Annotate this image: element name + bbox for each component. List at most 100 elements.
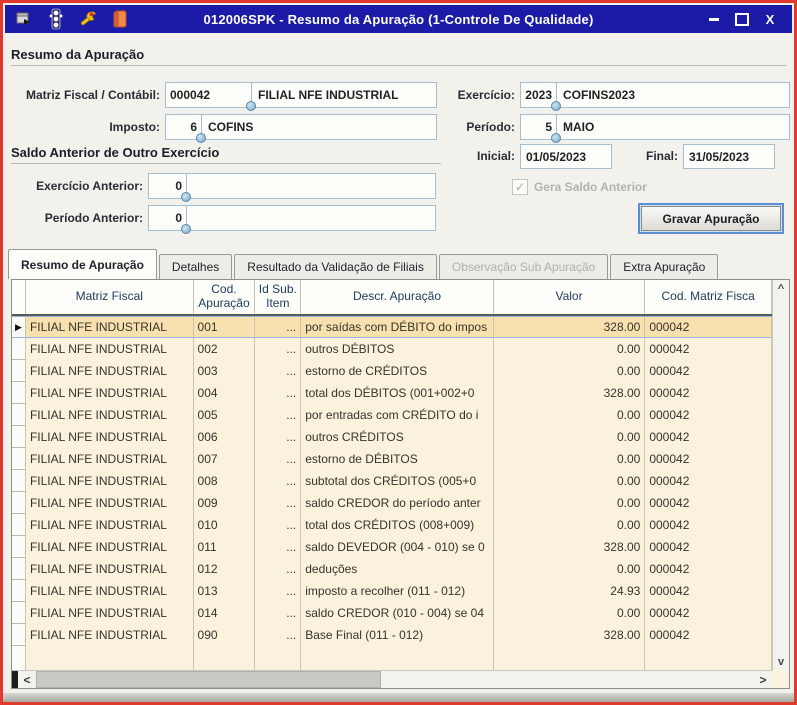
cell-matriz[interactable]: FILIAL NFE INDUSTRIAL: [26, 492, 194, 514]
cell-valor[interactable]: 328.00: [494, 624, 646, 646]
scroll-down-icon[interactable]: v: [773, 653, 789, 670]
cell-matriz[interactable]: FILIAL NFE INDUSTRIAL: [26, 536, 194, 558]
cell-idsub[interactable]: ...: [255, 426, 301, 448]
gravar-apuracao-button[interactable]: Gravar Apuração: [641, 206, 781, 231]
cell-matriz[interactable]: FILIAL NFE INDUSTRIAL: [26, 514, 194, 536]
row-selector[interactable]: [12, 404, 26, 426]
scroll-left-icon[interactable]: <: [18, 671, 36, 688]
column-header-4[interactable]: Valor: [494, 280, 646, 314]
row-selector[interactable]: [12, 536, 26, 558]
row-selector[interactable]: [12, 558, 26, 580]
periodo-field[interactable]: 5 MAIO: [520, 114, 790, 140]
cell-descr[interactable]: estorno de CRÉDITOS: [301, 360, 493, 382]
cell-idsub[interactable]: ...: [255, 404, 301, 426]
cell-cod_matriz[interactable]: 000042: [645, 514, 772, 536]
cell-descr[interactable]: saldo CREDOR do período anter: [301, 492, 493, 514]
cell-idsub[interactable]: ...: [255, 470, 301, 492]
cell-descr[interactable]: subtotal dos CRÉDITOS (005+0: [301, 470, 493, 492]
cell-cod[interactable]: 013: [194, 580, 256, 602]
cell-cod[interactable]: 007: [194, 448, 256, 470]
imposto-field[interactable]: 6 COFINS: [165, 114, 437, 140]
maximize-button[interactable]: [730, 9, 754, 29]
row-selector[interactable]: [12, 624, 26, 646]
row-selector[interactable]: [12, 470, 26, 492]
column-header-5[interactable]: Cod. Matriz Fisca: [645, 280, 772, 314]
cell-matriz[interactable]: FILIAL NFE INDUSTRIAL: [26, 404, 194, 426]
cell-cod[interactable]: 006: [194, 426, 256, 448]
cell-idsub[interactable]: ...: [255, 514, 301, 536]
lookup-icon[interactable]: [246, 101, 256, 111]
table-row[interactable]: FILIAL NFE INDUSTRIAL011...saldo DEVEDOR…: [12, 536, 772, 558]
exercicio-field[interactable]: 2023 COFINS2023: [520, 82, 790, 108]
book-icon[interactable]: [109, 8, 131, 30]
tab-4[interactable]: Extra Apuração: [610, 254, 718, 279]
cell-matriz[interactable]: FILIAL NFE INDUSTRIAL: [26, 338, 194, 360]
cell-cod[interactable]: 003: [194, 360, 256, 382]
cell-idsub[interactable]: ...: [255, 536, 301, 558]
cell-cod[interactable]: 009: [194, 492, 256, 514]
cell-idsub[interactable]: ...: [255, 558, 301, 580]
cell-descr[interactable]: estorno de DÉBITOS: [301, 448, 493, 470]
cell-cod[interactable]: 005: [194, 404, 256, 426]
cell-idsub[interactable]: ...: [255, 492, 301, 514]
table-row[interactable]: FILIAL NFE INDUSTRIAL010...total dos CRÉ…: [12, 514, 772, 536]
lookup-icon[interactable]: [181, 224, 191, 234]
cell-idsub[interactable]: ...: [255, 602, 301, 624]
table-row[interactable]: FILIAL NFE INDUSTRIAL012...deduções0.000…: [12, 558, 772, 580]
cell-valor[interactable]: 0.00: [494, 448, 646, 470]
cell-cod[interactable]: 011: [194, 536, 256, 558]
matriz-fiscal-code[interactable]: 000042: [166, 83, 252, 107]
cell-valor[interactable]: 24.93: [494, 580, 646, 602]
row-selector[interactable]: [12, 426, 26, 448]
table-row[interactable]: FILIAL NFE INDUSTRIAL013...imposto a rec…: [12, 580, 772, 602]
scroll-right-icon[interactable]: >: [754, 671, 772, 688]
column-header-2[interactable]: Id Sub. Item: [255, 280, 301, 314]
cell-descr[interactable]: total dos DÉBITOS (001+002+0: [301, 382, 493, 404]
cell-cod[interactable]: 002: [194, 338, 256, 360]
cell-valor[interactable]: 0.00: [494, 404, 646, 426]
row-selector[interactable]: [12, 382, 26, 404]
cell-cod[interactable]: 012: [194, 558, 256, 580]
table-row[interactable]: ▶FILIAL NFE INDUSTRIAL001...por saídas c…: [12, 316, 772, 338]
scroll-up-icon[interactable]: ^: [773, 280, 789, 297]
cell-cod_matriz[interactable]: 000042: [645, 426, 772, 448]
cell-valor[interactable]: 328.00: [494, 536, 646, 558]
table-row[interactable]: FILIAL NFE INDUSTRIAL005...por entradas …: [12, 404, 772, 426]
cell-cod[interactable]: 008: [194, 470, 256, 492]
cell-idsub[interactable]: ...: [255, 448, 301, 470]
cell-cod_matriz[interactable]: 000042: [645, 558, 772, 580]
cell-matriz[interactable]: FILIAL NFE INDUSTRIAL: [26, 426, 194, 448]
table-row[interactable]: FILIAL NFE INDUSTRIAL006...outros CRÉDIT…: [12, 426, 772, 448]
horizontal-scroll-track[interactable]: [381, 671, 754, 688]
cell-descr[interactable]: saldo DEVEDOR (004 - 010) se 0: [301, 536, 493, 558]
cell-valor[interactable]: 0.00: [494, 360, 646, 382]
exercicio-anterior-field[interactable]: 0: [148, 173, 436, 199]
cell-idsub[interactable]: ...: [255, 316, 301, 338]
cell-valor[interactable]: 0.00: [494, 492, 646, 514]
tab-2[interactable]: Resultado da Validação de Filiais: [234, 254, 437, 279]
table-row[interactable]: FILIAL NFE INDUSTRIAL014...saldo CREDOR …: [12, 602, 772, 624]
table-row[interactable]: FILIAL NFE INDUSTRIAL007...estorno de DÉ…: [12, 448, 772, 470]
table-row[interactable]: FILIAL NFE INDUSTRIAL008...subtotal dos …: [12, 470, 772, 492]
cell-idsub[interactable]: ...: [255, 624, 301, 646]
periodo-anterior-field[interactable]: 0: [148, 205, 436, 231]
traffic-light-icon[interactable]: [45, 8, 67, 30]
table-row[interactable]: FILIAL NFE INDUSTRIAL003...estorno de CR…: [12, 360, 772, 382]
cell-valor[interactable]: 0.00: [494, 338, 646, 360]
row-selector[interactable]: [12, 338, 26, 360]
cell-valor[interactable]: 0.00: [494, 602, 646, 624]
close-button[interactable]: X: [758, 9, 782, 29]
matriz-fiscal-field[interactable]: 000042 FILIAL NFE INDUSTRIAL: [165, 82, 437, 108]
cell-cod_matriz[interactable]: 000042: [645, 404, 772, 426]
cell-matriz[interactable]: FILIAL NFE INDUSTRIAL: [26, 316, 194, 338]
cell-descr[interactable]: por entradas com CRÉDITO do i: [301, 404, 493, 426]
tab-1[interactable]: Detalhes: [159, 254, 232, 279]
cell-cod_matriz[interactable]: 000042: [645, 338, 772, 360]
cell-matriz[interactable]: FILIAL NFE INDUSTRIAL: [26, 580, 194, 602]
cell-cod[interactable]: 014: [194, 602, 256, 624]
inicial-date-field[interactable]: 01/05/2023: [520, 144, 612, 169]
gera-saldo-checkbox[interactable]: ✓ Gera Saldo Anterior: [512, 179, 647, 195]
table-row[interactable]: FILIAL NFE INDUSTRIAL004...total dos DÉB…: [12, 382, 772, 404]
cell-idsub[interactable]: ...: [255, 338, 301, 360]
cell-valor[interactable]: 0.00: [494, 514, 646, 536]
